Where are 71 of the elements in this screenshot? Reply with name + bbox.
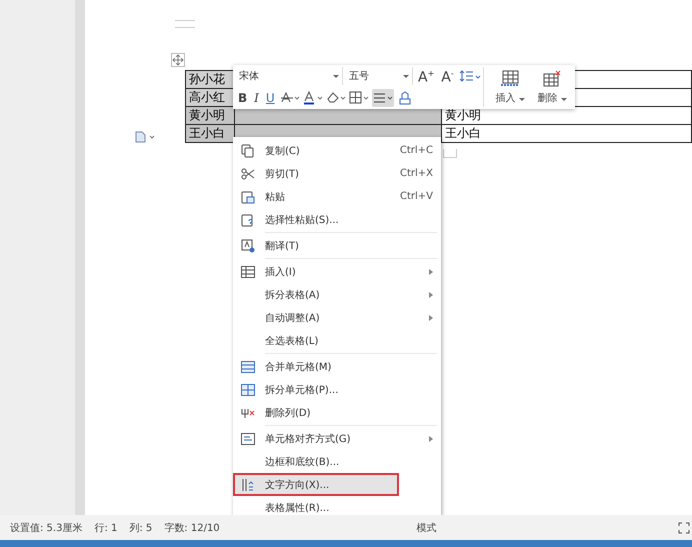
status-text: 行: 1 [94,522,118,534]
table-cell: 孙小花 [186,70,234,88]
menu-item[interactable]: 单元格对齐方式(G) [233,427,441,450]
font-dropdown[interactable]: 宋体 [236,67,343,85]
copy-icon [241,144,255,158]
scissors-icon [241,168,255,180]
underline-button[interactable]: U [264,89,277,107]
menu-item[interactable]: 选择性粘贴(S)... [233,208,441,231]
strikethrough-icon[interactable] [280,91,300,105]
highlight-icon[interactable] [326,91,346,105]
menu-item[interactable]: 插入(I) [233,260,441,283]
menu-item[interactable]: 文字方向(X)... [233,473,399,496]
menu-item[interactable]: 剪切(T) Ctrl+X [233,162,441,185]
delete-column-icon [241,406,255,418]
menu-item[interactable]: 粘贴 Ctrl+V [233,185,441,208]
submenu-arrow-icon [429,268,433,274]
caret-icon [518,98,525,100]
delete-button[interactable]: 删除 [537,90,567,104]
align-icon[interactable] [372,89,394,107]
menu-item[interactable]: 全选表格(L) [233,329,441,352]
font-color-icon[interactable] [302,91,323,105]
font-size-dropdown[interactable]: 五号 [346,67,413,85]
status-text: 模式 [416,522,437,534]
fullscreen-icon[interactable] [678,522,690,534]
table-cell: 王小白 [444,126,481,140]
merge-cells-icon [241,360,255,372]
bold-button[interactable]: B [236,89,250,107]
table-cell: 高小红 [186,88,234,106]
caret-icon [333,74,339,78]
menu-item[interactable]: 拆分表格(A) [233,283,441,306]
shrink-font-button[interactable]: A$^{-}$ [439,66,456,86]
eraser-icon[interactable] [396,91,413,105]
translate-icon [241,238,255,252]
status-text: 字数: 12/10 [164,522,220,534]
delete-table-icon[interactable] [542,70,562,88]
menu-item[interactable]: 边框和底纹(B)... [233,450,441,473]
shortcut-text: Ctrl+V [400,191,433,202]
menu-item[interactable]: 合并单元格(M) [233,355,441,378]
menu-item[interactable]: 表格属性(R)... [233,496,441,519]
menu-item[interactable]: 拆分单元格(P)... [233,378,441,401]
status-text: 设置值: 5.3厘米 [10,522,82,534]
clipboard-icon [241,190,255,204]
menu-item[interactable]: 复制(C) Ctrl+C [233,139,441,162]
italic-button[interactable]: I [252,89,261,107]
line-spacing-icon[interactable] [458,69,481,83]
move-handle-icon[interactable] [171,53,185,67]
table-cell: 黄小明 [444,108,481,122]
document-dropdown-icon[interactable] [135,131,157,143]
menu-item[interactable]: 自动调整(A) [233,306,441,329]
border-icon[interactable] [348,91,369,105]
menu-item[interactable]: 删除列(D) [233,401,441,424]
clipboard-question-icon [241,212,255,226]
table-handle-icon[interactable] [443,149,457,158]
table-icon [241,266,255,278]
menu-item[interactable]: 翻译(T) [233,234,441,257]
insert-table-icon[interactable] [500,70,520,88]
insert-button[interactable]: 插入 [495,90,525,104]
align-icon [241,432,255,444]
submenu-arrow-icon [429,314,433,320]
status-text: 列: 5 [129,522,152,534]
table-cell: 黄小明 [186,106,234,124]
grow-font-button[interactable]: A$^{+}$ [416,66,436,86]
shortcut-text: Ctrl+X [400,168,433,179]
caret-icon [560,98,567,100]
submenu-arrow-icon [429,436,433,442]
table-cell: 王小白 [186,124,234,142]
text-direction-icon [241,478,255,492]
shortcut-text: Ctrl+C [400,145,433,156]
caret-icon [403,74,409,78]
split-cells-icon [241,384,255,396]
submenu-arrow-icon [429,292,433,298]
